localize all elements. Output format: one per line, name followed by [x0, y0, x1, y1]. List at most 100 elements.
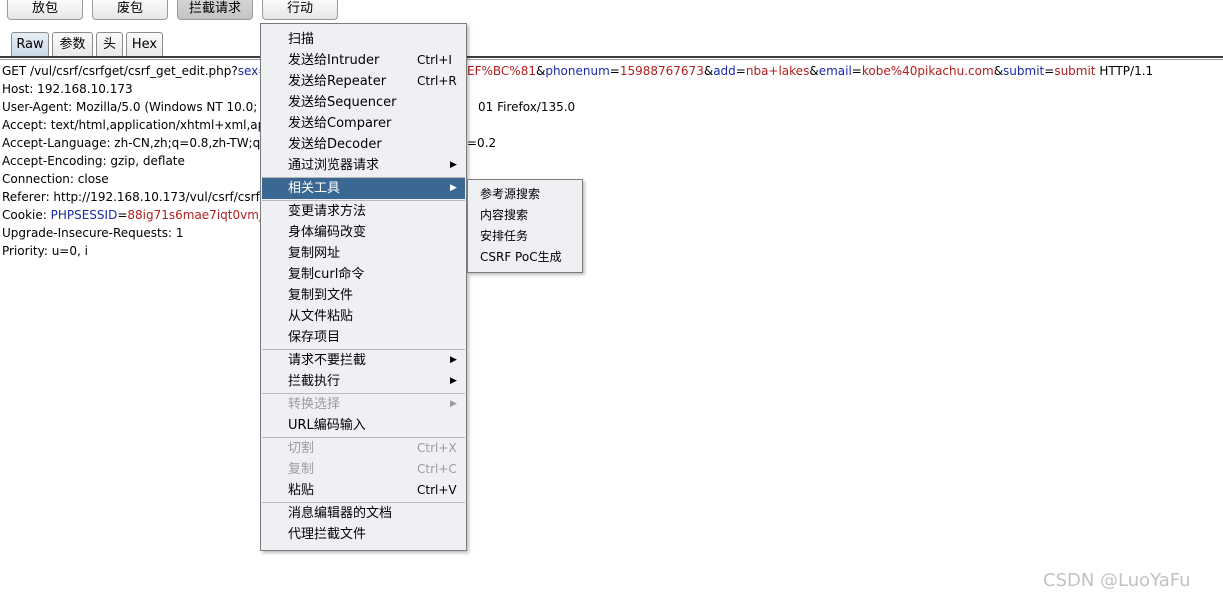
submenu-arrow-icon: ▶ [450, 160, 457, 170]
param-value-email: kobe%40pikachu.com [861, 64, 994, 78]
header-priority: Priority: u=0, i [2, 244, 88, 258]
menu-item-label: 请求不要拦截 [288, 353, 367, 368]
submenu-item-find-references[interactable]: 参考源搜索 [480, 184, 540, 205]
request-line-tail: EF%BC%81&phonenum=15988767673&add=nba+la… [467, 64, 1154, 78]
tab-divider [0, 56, 1223, 58]
menu-item-dont-intercept[interactable]: 请求不要拦截 ▶ [262, 350, 465, 371]
menu-item-label: 消息编辑器的文档 [288, 506, 393, 521]
menu-item-label: 拦截执行 [288, 374, 341, 389]
submenu-item-csrf-poc[interactable]: CSRF PoC生成 [480, 247, 562, 268]
menu-item-send-to-comparer[interactable]: 发送给Comparer [262, 113, 465, 134]
cookie-value: 88ig71s6mae7iqt0vmj [127, 208, 263, 222]
tab-divider-shadow [0, 59, 1223, 60]
menu-item-label: 发送给Intruder [288, 53, 380, 68]
menu-item-request-in-browser[interactable]: 通过浏览器请求 ▶ [262, 155, 465, 176]
submenu-arrow-icon: ▶ [450, 376, 457, 386]
param-name-add: add [713, 64, 736, 78]
menu-item-label: 切割 [288, 441, 315, 456]
menu-item-label: 发送给Decoder [288, 137, 382, 152]
menu-item-label: 代理拦截文件 [288, 527, 367, 542]
menu-item-proxy-intercept-docs[interactable]: 代理拦截文件 [262, 524, 465, 545]
menu-item-paste-from-file[interactable]: 从文件粘贴 [262, 306, 465, 327]
header-accept-encoding: Accept-Encoding: gzip, deflate [2, 154, 185, 168]
cookie-label: Cookie: [2, 208, 51, 222]
menu-shortcut: Ctrl+I [417, 53, 452, 67]
menu-item-save-item[interactable]: 保存项目 [262, 327, 465, 348]
cookie-equals: = [117, 208, 128, 222]
user-agent-tail: 01 Firefox/135.0 [478, 98, 575, 116]
intercept-toggle-button[interactable]: 拦截请求 [177, 0, 253, 20]
menu-shortcut: Ctrl+V [417, 483, 457, 497]
menu-item-paste[interactable]: 粘贴 Ctrl+V [262, 480, 465, 501]
submenu-arrow-icon: ▶ [450, 399, 457, 409]
tab-headers[interactable]: 头 [96, 32, 123, 57]
menu-item-label: 发送给Sequencer [288, 95, 397, 110]
tab-raw[interactable]: Raw [11, 32, 49, 57]
param-separator: & [809, 64, 819, 78]
header-accept: Accept: text/html,application/xhtml+xml,… [2, 118, 277, 132]
menu-item-copy-curl[interactable]: 复制curl命令 [262, 264, 465, 285]
menu-item-copy: 复制 Ctrl+C [262, 459, 465, 480]
menu-item-label: URL编码输入 [288, 418, 366, 433]
param-name-submit: submit [1003, 64, 1045, 78]
header-accept-language: Accept-Language: zh-CN,zh;q=0.8,zh-TW;q= [2, 136, 271, 150]
param-name-phonenum: phonenum [545, 64, 610, 78]
submenu-arrow-icon: ▶ [450, 183, 457, 193]
context-menu: 扫描 发送给Intruder Ctrl+I 发送给Repeater Ctrl+R 发… [260, 23, 467, 551]
menu-item-label: 转换选择 [288, 397, 341, 412]
engagement-tools-submenu: 参考源搜索 内容搜索 安排任务 CSRF PoC生成 [467, 179, 583, 273]
submenu-arrow-icon: ▶ [450, 355, 457, 365]
drop-button[interactable]: 废包 [92, 0, 168, 20]
menu-item-label: 身体编码改变 [288, 225, 367, 240]
menu-item-url-encode-as-you-type[interactable]: URL编码输入 [262, 415, 465, 436]
param-separator: & [535, 64, 546, 78]
header-upgrade-insecure: Upgrade-Insecure-Requests: 1 [2, 226, 184, 240]
param-separator: & [993, 64, 1004, 78]
param-value-submit: submit [1054, 64, 1096, 78]
accept-language-tail-text: =0.2 [467, 136, 497, 150]
param-name: sex [237, 64, 259, 78]
request-line: GET /vul/csrf/csrfget/csrf_get_edit.php?… [2, 62, 280, 80]
param-value-tail: EF%BC%81 [467, 64, 536, 78]
menu-item-label: 扫描 [288, 32, 315, 47]
menu-item-do-intercept[interactable]: 拦截执行 ▶ [262, 371, 465, 392]
param-separator: & [703, 64, 714, 78]
menu-item-label: 复制 [288, 462, 315, 477]
http-version: HTTP/1.1 [1095, 64, 1154, 78]
menu-item-change-body-encoding[interactable]: 身体编码改变 [262, 222, 465, 243]
menu-shortcut: Ctrl+R [417, 74, 457, 88]
tab-hex[interactable]: Hex [126, 32, 163, 57]
header-host: Host: 192.168.10.173 [2, 82, 133, 96]
menu-item-send-to-sequencer[interactable]: 发送给Sequencer [262, 92, 465, 113]
menu-shortcut: Ctrl+X [417, 441, 457, 455]
header-user-agent: User-Agent: Mozilla/5.0 (Windows NT 10.0… [2, 100, 270, 114]
watermark: CSDN @LuoYaFu [1043, 570, 1191, 591]
request-editor[interactable]: GET /vul/csrf/csrfget/csrf_get_edit.php?… [2, 62, 280, 260]
menu-item-scan[interactable]: 扫描 [262, 29, 465, 50]
accept-language-tail: =0.2 [467, 134, 496, 152]
menu-item-copy-to-file[interactable]: 复制到文件 [262, 285, 465, 306]
menu-item-label: 通过浏览器请求 [288, 158, 380, 173]
menu-item-send-to-decoder[interactable]: 发送给Decoder [262, 134, 465, 155]
tab-params[interactable]: 参数 [52, 32, 93, 57]
menu-item-copy-url[interactable]: 复制网址 [262, 243, 465, 264]
action-button[interactable]: 行动 [262, 0, 338, 20]
param-value-phonenum: 15988767673 [619, 64, 704, 78]
menu-item-label: 变更请求方法 [288, 204, 367, 219]
menu-item-send-to-intruder[interactable]: 发送给Intruder Ctrl+I [262, 50, 465, 71]
menu-item-label: 保存项目 [288, 330, 341, 345]
menu-item-label: 发送给Repeater [288, 74, 387, 89]
menu-item-message-editor-docs[interactable]: 消息编辑器的文档 [262, 503, 465, 524]
menu-item-change-request-method[interactable]: 变更请求方法 [262, 201, 465, 222]
menu-item-label: 从文件粘贴 [288, 309, 354, 324]
submenu-item-schedule-task[interactable]: 安排任务 [480, 226, 528, 247]
cookie-name: PHPSESSID [50, 208, 118, 222]
menu-item-send-to-repeater[interactable]: 发送给Repeater Ctrl+R [262, 71, 465, 92]
menu-item-engagement-tools[interactable]: 相关工具 ▶ [262, 178, 465, 199]
menu-item-label: 粘贴 [288, 483, 315, 498]
forward-button[interactable]: 放包 [7, 0, 83, 20]
submenu-item-discover-content[interactable]: 内容搜索 [480, 205, 528, 226]
header-connection: Connection: close [2, 172, 109, 186]
param-value-add: nba+lakes [745, 64, 810, 78]
menu-item-cut: 切割 Ctrl+X [262, 438, 465, 459]
